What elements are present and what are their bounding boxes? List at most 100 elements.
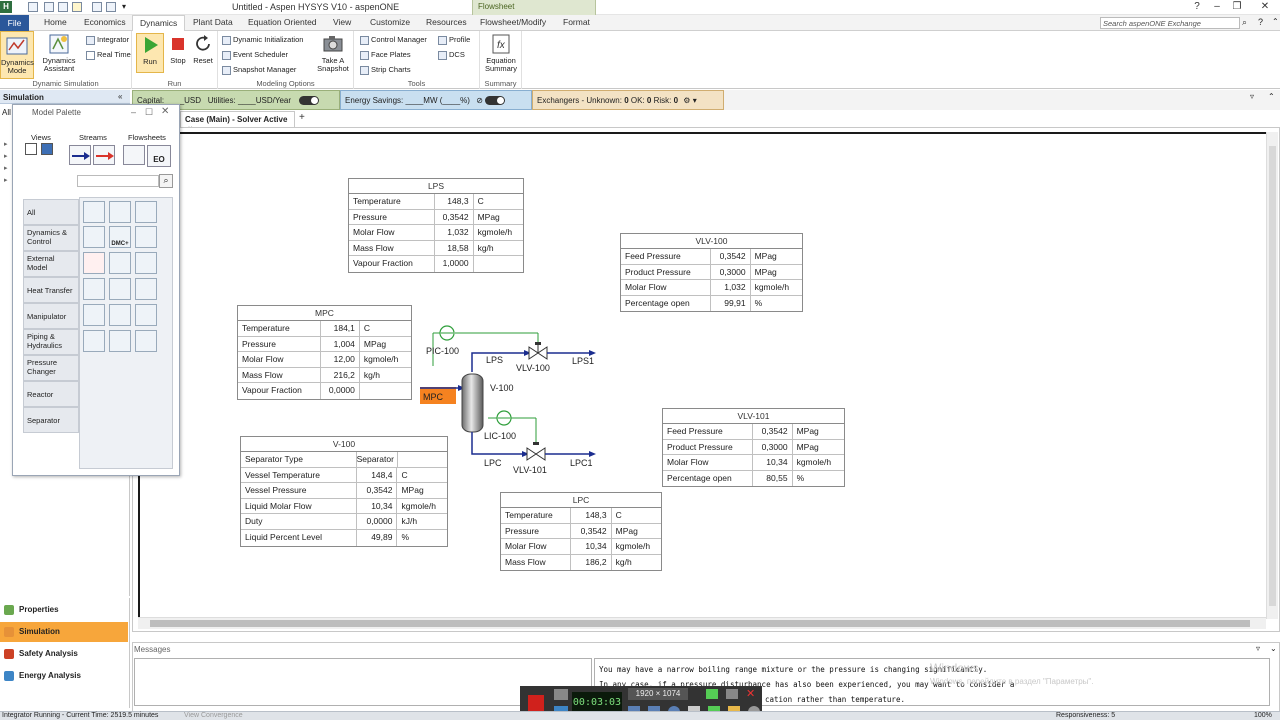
window-icon[interactable] bbox=[706, 689, 718, 699]
tab-file[interactable]: File bbox=[0, 15, 29, 31]
vlv-100-data-table[interactable]: VLV-100 Feed Pressure 0,3542 MPag Product Pr… bbox=[620, 233, 803, 313]
add-tab-icon[interactable]: + bbox=[299, 112, 305, 123]
digital-point-icon[interactable] bbox=[83, 252, 105, 274]
v-100-label[interactable]: V-100 bbox=[490, 383, 514, 393]
vlv-100-label[interactable]: VLV-100 bbox=[516, 363, 550, 373]
table-row[interactable]: Feed Pressure 0,3542 MPag bbox=[663, 424, 844, 440]
palette-category-heat-transfer[interactable]: Heat Transfer bbox=[23, 277, 79, 303]
mpc-controller-icon[interactable] bbox=[109, 201, 131, 223]
lps-label[interactable]: LPS bbox=[486, 355, 503, 365]
lpc1-label[interactable]: LPC1 bbox=[570, 458, 593, 468]
tab-equation-oriented[interactable]: Equation Oriented bbox=[248, 17, 317, 27]
profile-button[interactable]: Profile bbox=[438, 35, 470, 45]
nav-energy-analysis[interactable]: Energy Analysis bbox=[0, 666, 128, 686]
table-row[interactable]: Molar Flow 10,34 kgmole/h bbox=[663, 455, 844, 471]
dynamic-initialization-button[interactable]: Dynamic Initialization bbox=[222, 35, 303, 45]
ratio-controller-icon[interactable] bbox=[83, 226, 105, 248]
record-stop-icon[interactable] bbox=[528, 695, 544, 711]
help-icon[interactable]: ? bbox=[1258, 17, 1263, 27]
messages-dropdown-icon[interactable]: ▿ bbox=[1256, 644, 1260, 653]
table-row[interactable]: Molar Flow 1,032 kgmole/h bbox=[349, 225, 523, 241]
palette-minimize-button[interactable]: – bbox=[131, 107, 136, 117]
view-icon[interactable] bbox=[106, 2, 116, 12]
palette-category-dynamics-control[interactable]: Dynamics & Control bbox=[23, 225, 79, 251]
dynamics-assistant-button[interactable]: Dynamics Assistant bbox=[38, 33, 80, 73]
table-row[interactable]: Molar Flow 1,032 kgmole/h bbox=[621, 280, 802, 296]
lpc-label[interactable]: LPC bbox=[484, 458, 502, 468]
pid-controller-icon[interactable] bbox=[83, 201, 105, 223]
table-row[interactable]: Liquid Molar Flow 10,34 kgmole/h bbox=[241, 498, 447, 515]
reset-button[interactable]: Reset bbox=[190, 33, 216, 65]
table-row[interactable]: Feed Pressure 0,3542 MPag bbox=[621, 249, 802, 265]
tree-expand-icon[interactable]: ▸ bbox=[4, 176, 8, 184]
table-row[interactable]: Duty 0,0000 kJ/h bbox=[241, 514, 447, 530]
energy-segment[interactable]: Energy Savings: ____MW (____%) ⊘ bbox=[340, 90, 532, 110]
close-button[interactable]: ✕ bbox=[1254, 1, 1276, 13]
palette-category-separator[interactable]: Separator bbox=[23, 407, 79, 433]
nav-properties[interactable]: Properties bbox=[0, 600, 128, 620]
take-snapshot-button[interactable]: Take A Snapshot bbox=[314, 33, 352, 73]
camera-icon[interactable] bbox=[554, 689, 568, 700]
run-button[interactable]: Run bbox=[136, 33, 164, 73]
collapse-icon[interactable]: « bbox=[118, 92, 122, 101]
tab-resources[interactable]: Resources bbox=[426, 17, 467, 27]
palette-category-piping-hydraulics[interactable]: Piping & Hydraulics bbox=[23, 329, 79, 355]
cause-effect-icon[interactable] bbox=[109, 252, 131, 274]
integrator-button[interactable]: Integrator bbox=[86, 35, 129, 45]
lpc-data-table[interactable]: LPC Temperature 148,3 C Pressure 0,3542 MPag Mo… bbox=[500, 492, 662, 572]
palette-search-icon[interactable]: ⌕ bbox=[159, 174, 173, 188]
table-row[interactable]: Vapour Fraction 1,0000 bbox=[349, 256, 523, 272]
real-time-checkbox[interactable]: Real Time bbox=[86, 50, 131, 60]
signal-generator-icon[interactable] bbox=[135, 252, 157, 274]
table-row[interactable]: Temperature 184,1 C bbox=[238, 321, 411, 337]
exchangers-segment[interactable]: Exchangers - Unknown: 0 OK: 0 Risk: 0 ⚙ … bbox=[532, 90, 724, 110]
palette-category-manipulator[interactable]: Manipulator bbox=[23, 303, 79, 329]
table-row[interactable]: Molar Flow 10,34 kgmole/h bbox=[501, 539, 661, 555]
table-row[interactable]: Liquid Percent Level 49,89% bbox=[241, 529, 447, 546]
table-row[interactable]: Vessel Temperature 148,4 C bbox=[241, 467, 447, 484]
help-icon[interactable]: ? bbox=[1186, 1, 1208, 13]
undo-icon[interactable] bbox=[44, 2, 54, 12]
transfer-function-icon[interactable] bbox=[135, 226, 157, 248]
nav-simulation[interactable]: Simulation bbox=[0, 622, 128, 642]
tab-home[interactable]: Home bbox=[44, 17, 67, 27]
table-row[interactable]: Molar Flow 12,00 kgmole/h bbox=[238, 352, 411, 368]
vertical-scrollbar[interactable] bbox=[1266, 132, 1278, 619]
gear-icon[interactable]: ⚙ bbox=[683, 96, 690, 105]
list-view-icon[interactable] bbox=[25, 143, 37, 155]
table-row[interactable]: Product Pressure 0,3000 MPag bbox=[663, 439, 844, 456]
control-manager-button[interactable]: Control Manager bbox=[360, 35, 427, 45]
strip-charts-button[interactable]: Strip Charts bbox=[360, 65, 411, 75]
dmc-plus-icon[interactable]: DMC+ bbox=[109, 226, 131, 248]
dynamics-mode-button[interactable]: Dynamics Mode bbox=[0, 31, 34, 79]
energy-toggle[interactable] bbox=[485, 96, 506, 106]
table-row[interactable]: Mass Flow 18,58 kg/h bbox=[349, 240, 523, 257]
minimize-icon[interactable] bbox=[726, 689, 738, 699]
table-row[interactable]: Mass Flow 216,2 kg/h bbox=[238, 367, 411, 384]
palette-category-external-model[interactable]: External Model bbox=[23, 251, 79, 277]
palette-category-all[interactable]: All bbox=[23, 199, 79, 225]
customize-qat-icon[interactable]: ▾ bbox=[122, 2, 126, 11]
tree-expand-icon[interactable]: ▸ bbox=[4, 140, 8, 148]
view-convergence-button[interactable]: View Convergence bbox=[184, 712, 243, 719]
heat-exchanger-icon[interactable] bbox=[83, 278, 105, 300]
lng-exchanger-icon[interactable] bbox=[83, 304, 105, 326]
material-stream-icon[interactable] bbox=[69, 145, 91, 165]
table-row[interactable]: Percentage open 99,91% bbox=[621, 295, 802, 312]
lps1-label[interactable]: LPS1 bbox=[572, 356, 594, 366]
stop-button[interactable]: Stop bbox=[166, 33, 190, 65]
palette-search-input[interactable] bbox=[77, 175, 159, 187]
collapse-ribbon-icon[interactable]: ⌃ bbox=[1272, 17, 1279, 26]
palette-category-pressure-changer[interactable]: Pressure Changer bbox=[23, 355, 79, 381]
heater-icon[interactable] bbox=[135, 278, 157, 300]
table-row[interactable]: Vapour Fraction 0,0000 bbox=[238, 383, 411, 399]
tab-plant-data[interactable]: Plant Data bbox=[193, 17, 233, 27]
tree-expand-icon[interactable]: ▸ bbox=[4, 164, 8, 172]
equation-summary-button[interactable]: fx Equation Summary bbox=[482, 33, 520, 73]
restore-button[interactable]: ❐ bbox=[1226, 1, 1248, 13]
palette-maximize-button[interactable]: ☐ bbox=[145, 107, 153, 118]
face-plates-button[interactable]: Face Plates bbox=[360, 50, 411, 60]
palette-category-reactor[interactable]: Reactor bbox=[23, 381, 79, 407]
v-100-data-table[interactable]: V-100 Separator Type Separator Vessel Tempe… bbox=[240, 436, 448, 547]
tab-flowsheet-modify[interactable]: Flowsheet/Modify bbox=[480, 17, 546, 27]
